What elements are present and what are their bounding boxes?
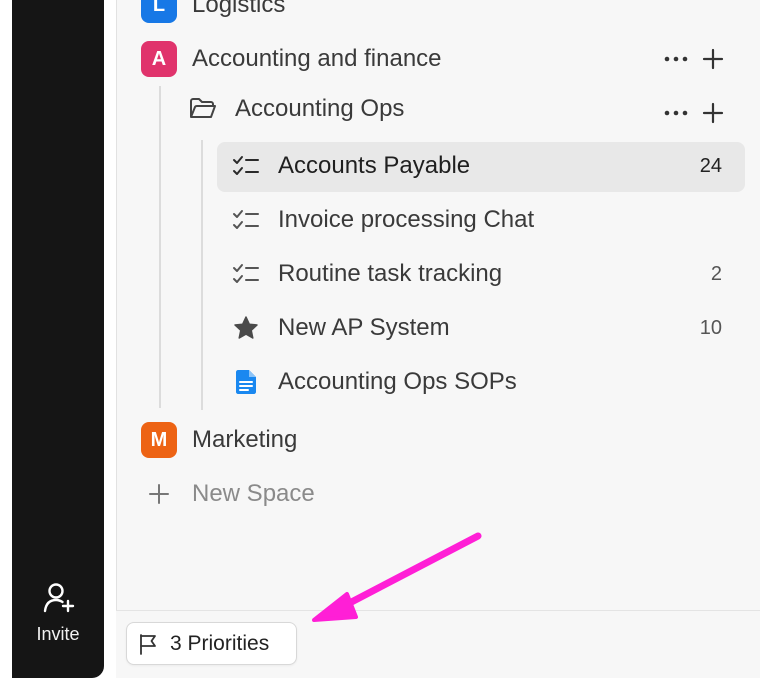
space-badge: L bbox=[141, 0, 177, 23]
add-icon[interactable] bbox=[700, 46, 726, 72]
priorities-button[interactable]: 3 Priorities bbox=[126, 622, 297, 665]
list-item-routine-task-tracking[interactable]: Routine task tracking bbox=[232, 260, 502, 288]
invite-label: Invite bbox=[36, 624, 80, 644]
flag-icon bbox=[140, 633, 156, 655]
doc-name: Accounting Ops SOPs bbox=[278, 368, 517, 395]
app-window: Invite L Logistics A Accounting and fina… bbox=[0, 0, 760, 678]
task-count: 10 bbox=[699, 317, 722, 339]
document-icon bbox=[236, 370, 256, 394]
checklist-icon bbox=[233, 156, 259, 175]
space-item-marketing[interactable]: M Marketing bbox=[141, 422, 297, 458]
folder-item-accounting-ops[interactable]: Accounting Ops bbox=[189, 95, 404, 123]
list-item-accounts-payable[interactable]: Accounts Payable bbox=[232, 152, 470, 180]
star-icon bbox=[234, 316, 258, 339]
list-name: Accounts Payable bbox=[278, 152, 471, 179]
space-name: Logistics bbox=[192, 0, 286, 18]
invite-button[interactable]: Invite bbox=[12, 580, 104, 645]
add-user-icon bbox=[43, 583, 75, 613]
checklist-icon bbox=[233, 210, 259, 229]
list-item-invoice-processing-chat[interactable]: Invoice processing Chat bbox=[232, 206, 534, 234]
space-item-accounting-and-finance[interactable]: A Accounting and finance bbox=[141, 41, 442, 77]
more-options-icon[interactable] bbox=[662, 46, 690, 72]
new-space-button[interactable]: New Space bbox=[148, 480, 315, 508]
space-badge: A bbox=[141, 41, 177, 77]
tree-guide-line bbox=[159, 86, 161, 408]
list-item-new-ap-system[interactable]: New AP System bbox=[232, 314, 450, 342]
folder-open-icon bbox=[190, 98, 216, 118]
list-name: New AP System bbox=[278, 314, 450, 341]
more-options-icon[interactable] bbox=[662, 100, 690, 126]
add-icon[interactable] bbox=[700, 100, 726, 126]
list-name: Routine task tracking bbox=[278, 260, 503, 287]
doc-item-accounting-ops-sops[interactable]: Accounting Ops SOPs bbox=[232, 368, 517, 396]
task-count: 24 bbox=[699, 155, 722, 177]
checklist-icon bbox=[233, 264, 259, 283]
space-item-logistics[interactable]: L Logistics bbox=[141, 0, 285, 23]
tree-guide-line bbox=[201, 140, 203, 410]
space-name: Accounting and finance bbox=[192, 45, 442, 72]
left-rail: Invite bbox=[12, 0, 104, 678]
list-name: Invoice processing Chat bbox=[278, 206, 535, 233]
folder-name: Accounting Ops bbox=[235, 95, 405, 122]
space-badge: M bbox=[141, 422, 177, 458]
priorities-label: 3 Priorities bbox=[170, 631, 270, 655]
space-name: Marketing bbox=[192, 426, 298, 453]
plus-icon bbox=[149, 484, 169, 504]
new-space-label: New Space bbox=[192, 480, 315, 507]
task-count: 2 bbox=[710, 263, 722, 285]
